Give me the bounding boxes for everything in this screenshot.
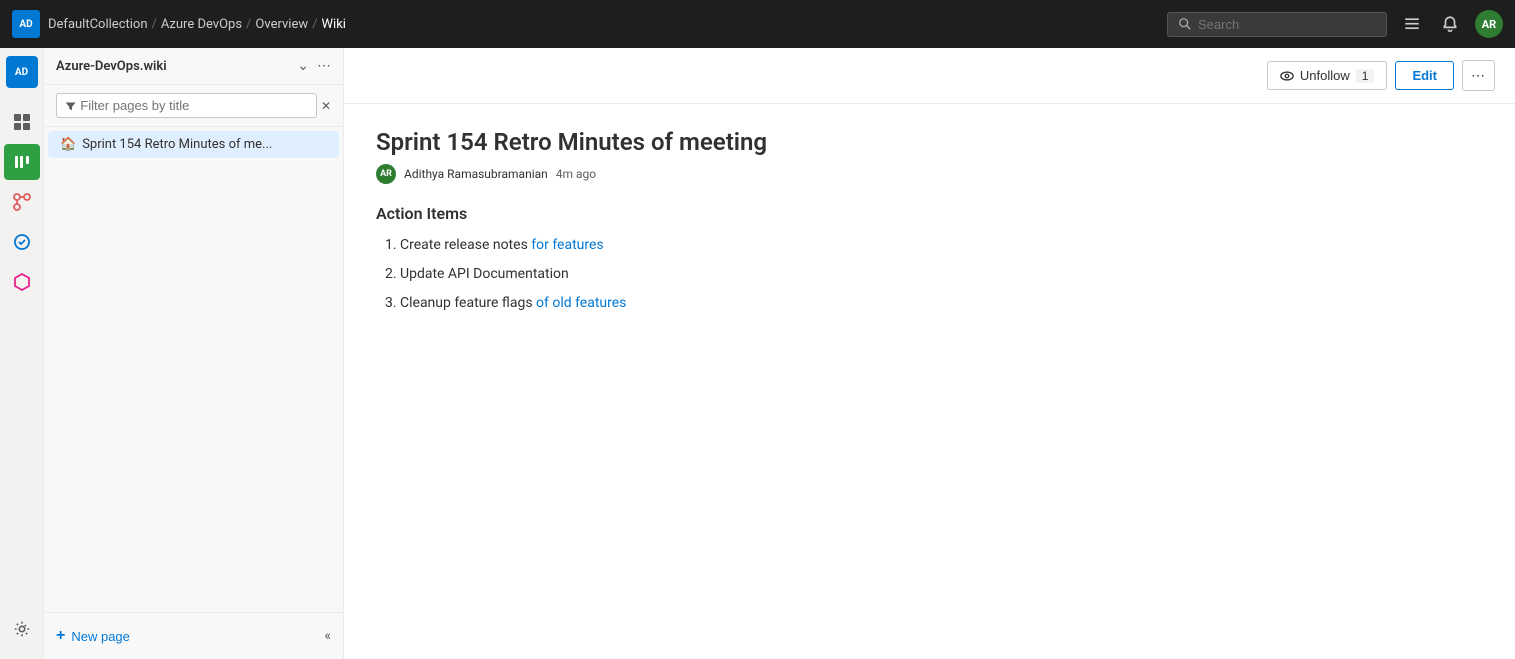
tree-item-home-icon: 🏠: [60, 137, 76, 152]
breadcrumb-current: Wiki: [322, 17, 346, 32]
content-area: Unfollow 1 Edit ⋯ Sprint 154 Retro Minut…: [344, 48, 1515, 659]
edit-button[interactable]: Edit: [1395, 61, 1454, 90]
breadcrumb-sep-0: /: [152, 17, 157, 32]
rail-item-artifacts[interactable]: [4, 264, 40, 300]
rail-item-overview[interactable]: AD: [6, 56, 38, 88]
icon-rail: AD: [0, 48, 44, 659]
sidebar-footer: + New page «: [44, 612, 343, 659]
action-item-0: Create release notes for features: [400, 235, 1483, 256]
rail-item-boards[interactable]: [4, 104, 40, 140]
top-bar-right: AR: [1167, 10, 1503, 38]
search-icon: [1178, 17, 1192, 31]
breadcrumb-item-2[interactable]: Overview: [255, 17, 308, 32]
sidebar-tree: 🏠 Sprint 154 Retro Minutes of me...: [44, 127, 343, 612]
main-layout: AD Azure-DevOps.wiki: [0, 48, 1515, 659]
breadcrumb: DefaultCollection / Azure DevOps / Overv…: [48, 17, 1159, 32]
action-item-2: Cleanup feature flags of old features: [400, 293, 1483, 314]
rail-item-settings[interactable]: [4, 611, 40, 647]
sidebar-wiki-name[interactable]: Azure-DevOps.wiki: [56, 59, 289, 74]
page-title: Sprint 154 Retro Minutes of meeting: [376, 128, 1483, 156]
section-heading: Action Items: [376, 204, 1483, 223]
page-meta: AR Adithya Ramasubramanian 4m ago: [376, 164, 1483, 184]
list-icon-button[interactable]: [1399, 11, 1425, 37]
action-item-2-link[interactable]: of old features: [536, 295, 626, 311]
author-name: Adithya Ramasubramanian: [404, 167, 548, 181]
filter-icon: [65, 100, 76, 112]
action-item-1-text: Update API Documentation: [400, 266, 569, 282]
filter-clear-icon[interactable]: ✕: [321, 99, 331, 113]
action-item-1: Update API Documentation: [400, 264, 1483, 285]
new-page-button[interactable]: + New page: [56, 623, 130, 649]
sidebar: Azure-DevOps.wiki ⌄ ⋯ ✕ 🏠 Sprint 154 Ret…: [44, 48, 344, 659]
unfollow-count: 1: [1356, 69, 1375, 83]
content-body: Sprint 154 Retro Minutes of meeting AR A…: [344, 104, 1515, 659]
rail-item-testplans[interactable]: [4, 224, 40, 260]
more-options-button[interactable]: ⋯: [1462, 60, 1495, 91]
rail-item-pipelines[interactable]: [4, 184, 40, 220]
plus-icon: +: [56, 627, 65, 645]
new-page-label: New page: [71, 629, 130, 644]
filter-input-wrap: [56, 93, 317, 118]
action-item-0-link[interactable]: for features: [531, 237, 603, 253]
tree-item-0[interactable]: 🏠 Sprint 154 Retro Minutes of me...: [48, 131, 339, 158]
top-bar: AD DefaultCollection / Azure DevOps / Ov…: [0, 0, 1515, 48]
collapse-sidebar-icon[interactable]: «: [324, 628, 331, 644]
app-logo[interactable]: AD: [12, 10, 40, 38]
content-toolbar: Unfollow 1 Edit ⋯: [344, 48, 1515, 104]
bell-icon-button[interactable]: [1437, 11, 1463, 37]
unfollow-label: Unfollow: [1300, 68, 1350, 83]
author-avatar: AR: [376, 164, 396, 184]
content-actions: Unfollow 1 Edit ⋯: [1267, 60, 1495, 91]
sidebar-header: Azure-DevOps.wiki ⌄ ⋯: [44, 48, 343, 85]
sidebar-more-icon[interactable]: ⋯: [317, 58, 331, 74]
breadcrumb-item-0[interactable]: DefaultCollection: [48, 17, 148, 32]
breadcrumb-item-1[interactable]: Azure DevOps: [161, 17, 242, 32]
filter-row: ✕: [44, 85, 343, 127]
unfollow-button[interactable]: Unfollow 1: [1267, 61, 1388, 90]
rail-item-repos[interactable]: [4, 144, 40, 180]
filter-input[interactable]: [80, 98, 308, 113]
ellipsis-icon: ⋯: [1471, 67, 1486, 84]
action-items-list: Create release notes for features Update…: [376, 235, 1483, 314]
search-box[interactable]: [1167, 12, 1387, 37]
tree-item-label-0: Sprint 154 Retro Minutes of me...: [82, 137, 272, 152]
user-avatar[interactable]: AR: [1475, 10, 1503, 38]
breadcrumb-sep-1: /: [246, 17, 251, 32]
search-input[interactable]: [1198, 17, 1376, 32]
sidebar-chevron-down-icon[interactable]: ⌄: [297, 58, 309, 74]
eye-icon: [1280, 69, 1294, 83]
page-timestamp: 4m ago: [556, 167, 596, 181]
breadcrumb-sep-2: /: [312, 17, 317, 32]
